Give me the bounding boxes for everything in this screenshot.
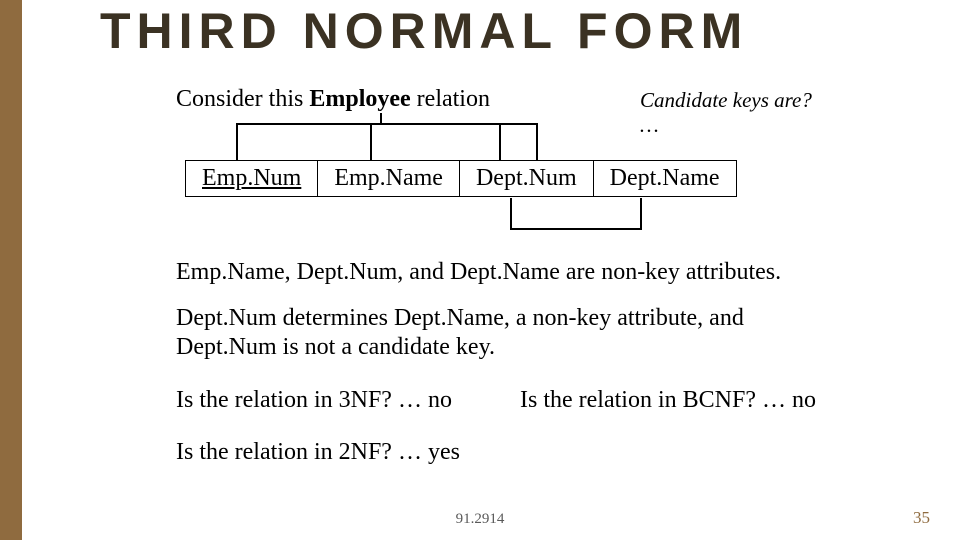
fd-top-horizontal	[236, 123, 536, 125]
fd-top-drop-1	[236, 123, 238, 160]
intro-bold: Employee	[309, 86, 410, 112]
intro-suffix: relation	[411, 86, 490, 112]
col-empnum: Emp.Num	[186, 161, 318, 197]
fd-top-drop-4	[536, 123, 538, 160]
q-3nf: Is the relation in 3NF? … no	[176, 386, 452, 415]
fd-bottom-left	[510, 198, 512, 228]
col-deptname: Dept.Name	[593, 161, 736, 197]
intro-line: Consider this Employee relation	[176, 86, 490, 113]
q-bcnf: Is the relation in BCNF? … no	[520, 386, 816, 415]
determines-line: Dept.Num determines Dept.Name, a non-key…	[176, 304, 836, 363]
intro-prefix: Consider this	[176, 86, 309, 112]
fd-top-stem	[380, 113, 382, 125]
col-empname: Emp.Name	[318, 161, 460, 197]
footer-course-code: 91.2914	[0, 511, 960, 528]
candidate-note: Candidate keys are? …	[640, 88, 820, 138]
fd-bottom-horizontal	[510, 228, 640, 230]
accent-bar	[0, 0, 22, 540]
fd-top-drop-3	[499, 123, 501, 160]
q-2nf: Is the relation in 2NF? … yes	[176, 438, 460, 467]
nonkey-line: Emp.Name, Dept.Num, and Dept.Name are no…	[176, 258, 781, 287]
col-empnum-label: Emp.Num	[202, 165, 301, 191]
col-deptnum: Dept.Num	[459, 161, 593, 197]
slide-title: THIRD NORMAL FORM	[100, 2, 748, 60]
fd-bottom-right	[640, 198, 642, 230]
footer-page-number: 35	[913, 508, 930, 528]
fd-top-drop-2	[370, 123, 372, 160]
schema-table: Emp.Num Emp.Name Dept.Num Dept.Name	[185, 160, 737, 197]
